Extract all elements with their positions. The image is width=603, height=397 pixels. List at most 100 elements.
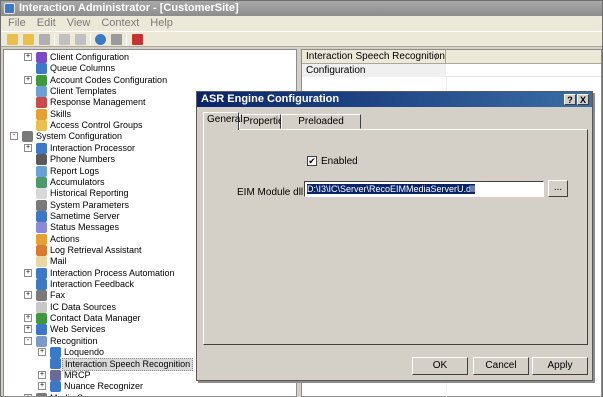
queue-icon xyxy=(36,63,47,75)
open-icon[interactable] xyxy=(23,34,34,45)
response-icon xyxy=(36,97,47,109)
automation-icon xyxy=(36,267,47,279)
tree-item-label: Phone Numbers xyxy=(50,154,116,165)
tree-item-label: Access Control Groups xyxy=(50,120,143,131)
log-icon xyxy=(36,244,47,256)
tree-item-label: Sametime Server xyxy=(50,210,120,221)
tree-item-label: Interaction Feedback xyxy=(50,279,135,289)
expand-icon[interactable]: + xyxy=(24,268,32,277)
actions-icon xyxy=(36,233,47,245)
access-icon xyxy=(36,120,47,132)
expand-icon[interactable]: + xyxy=(24,325,32,334)
globe-icon[interactable] xyxy=(95,34,106,45)
toolbar-separator xyxy=(90,33,91,46)
ok-button[interactable]: OK xyxy=(412,357,468,375)
expand-icon[interactable]: + xyxy=(38,348,46,357)
mrcp-icon xyxy=(50,369,61,381)
browse-button[interactable]: ... xyxy=(548,180,568,197)
collapse-icon[interactable]: - xyxy=(10,132,18,141)
eim-module-label: EIM Module dll: xyxy=(237,187,306,198)
tree-item-label: System Configuration xyxy=(36,131,123,142)
apply-button[interactable]: Apply xyxy=(532,357,588,375)
skills-icon xyxy=(36,108,47,120)
checkmark-icon: ✔ xyxy=(308,156,316,166)
system-config-icon xyxy=(22,131,33,143)
contact-icon xyxy=(36,313,47,325)
tree-item-label: MRCP xyxy=(64,369,91,380)
menu-help[interactable]: Help xyxy=(146,16,177,31)
media-icon xyxy=(36,392,47,396)
report-icon xyxy=(36,165,47,177)
expand-icon[interactable]: + xyxy=(38,370,46,379)
enabled-checkbox[interactable]: ✔ xyxy=(307,156,317,166)
tree-item-label: Account Codes Configuration xyxy=(50,74,168,85)
tree-item-label: Fax xyxy=(50,290,66,301)
status-icon xyxy=(36,222,47,234)
close-button[interactable]: X xyxy=(577,94,589,105)
tree-item-label: Client Templates xyxy=(50,86,117,97)
tree-item-label: Mail xyxy=(50,256,67,267)
tree-item-label: Client Configuration xyxy=(50,52,130,62)
tab-general[interactable]: General xyxy=(203,112,243,130)
window-title: Interaction Administrator - [CustomerSit… xyxy=(19,2,239,14)
tree-item-label: Contact Data Manager xyxy=(50,313,141,324)
cancel-button[interactable]: Cancel xyxy=(473,357,529,375)
new-icon[interactable] xyxy=(7,34,18,45)
menu-bar: File Edit View Context Help xyxy=(1,16,602,31)
column-header-name[interactable]: Interaction Speech Recognition / xyxy=(302,50,446,64)
menu-edit[interactable]: Edit xyxy=(33,16,60,31)
history-icon xyxy=(36,188,47,200)
menu-file[interactable]: File xyxy=(4,16,30,31)
sort-icon: / xyxy=(435,52,438,62)
tree-item-label: Queue Columns xyxy=(50,63,116,74)
tree-item-label: Web Services xyxy=(50,324,106,335)
paste-icon[interactable] xyxy=(75,34,86,45)
cut-icon[interactable] xyxy=(39,34,50,45)
expand-icon[interactable]: + xyxy=(24,143,32,152)
expand-icon[interactable]: + xyxy=(24,393,32,396)
expand-icon[interactable]: + xyxy=(38,382,46,391)
tree-item-label: Interaction Process Automation xyxy=(50,267,175,278)
menu-context[interactable]: Context xyxy=(97,16,143,31)
tree-item-label: Report Logs xyxy=(50,165,100,176)
account-codes-icon xyxy=(36,74,47,86)
eim-module-value: D:\I3\IC\Server\RecoEIMMediaServerU.dll xyxy=(307,184,476,194)
server-icon xyxy=(36,210,47,222)
expand-icon[interactable]: + xyxy=(24,53,32,61)
tree-item-label: Historical Reporting xyxy=(50,188,129,199)
column-header-label: Interaction Speech Recognition xyxy=(306,51,445,62)
mail-icon xyxy=(36,256,47,268)
tab-preloaded-grammars[interactable]: Preloaded Grammars xyxy=(281,114,361,141)
feedback-icon xyxy=(36,279,47,290)
copy-icon[interactable] xyxy=(59,34,70,45)
config-icon xyxy=(36,52,47,63)
collapse-icon[interactable]: - xyxy=(24,336,32,345)
column-header: Interaction Speech Recognition / xyxy=(302,50,601,64)
tools-icon[interactable] xyxy=(111,34,122,45)
list-item[interactable]: Configuration xyxy=(302,64,601,77)
expand-icon[interactable]: + xyxy=(24,291,32,300)
tree-item-label: Response Management xyxy=(50,97,146,108)
fax-icon xyxy=(36,290,47,302)
tree-item-label: Skills xyxy=(50,108,72,119)
loquendo-icon xyxy=(50,347,61,359)
toolbar-separator xyxy=(54,33,55,46)
tree-item-label: Nuance Recognizer xyxy=(64,381,144,392)
enabled-label: Enabled xyxy=(321,156,358,167)
accumulator-icon xyxy=(36,176,47,188)
general-tab-panel xyxy=(203,129,588,345)
processor-icon xyxy=(36,142,47,154)
tree-item-label: IC Data Sources xyxy=(50,301,117,312)
template-icon xyxy=(36,86,47,98)
title-bar: Interaction Administrator - [CustomerSit… xyxy=(1,1,602,16)
delete-icon[interactable] xyxy=(132,34,143,45)
expand-icon[interactable]: + xyxy=(24,75,32,84)
expand-icon[interactable]: + xyxy=(24,314,32,323)
tree-item-label: Accumulators xyxy=(50,176,105,187)
tab-properties[interactable]: Properties xyxy=(239,114,289,129)
tree-item-label: System Parameters xyxy=(50,199,130,210)
eim-module-input[interactable]: D:\I3\IC\Server\RecoEIMMediaServerU.dll xyxy=(304,181,544,197)
nuance-icon xyxy=(50,381,61,393)
help-button[interactable]: ? xyxy=(564,94,576,105)
menu-view[interactable]: View xyxy=(63,16,95,31)
